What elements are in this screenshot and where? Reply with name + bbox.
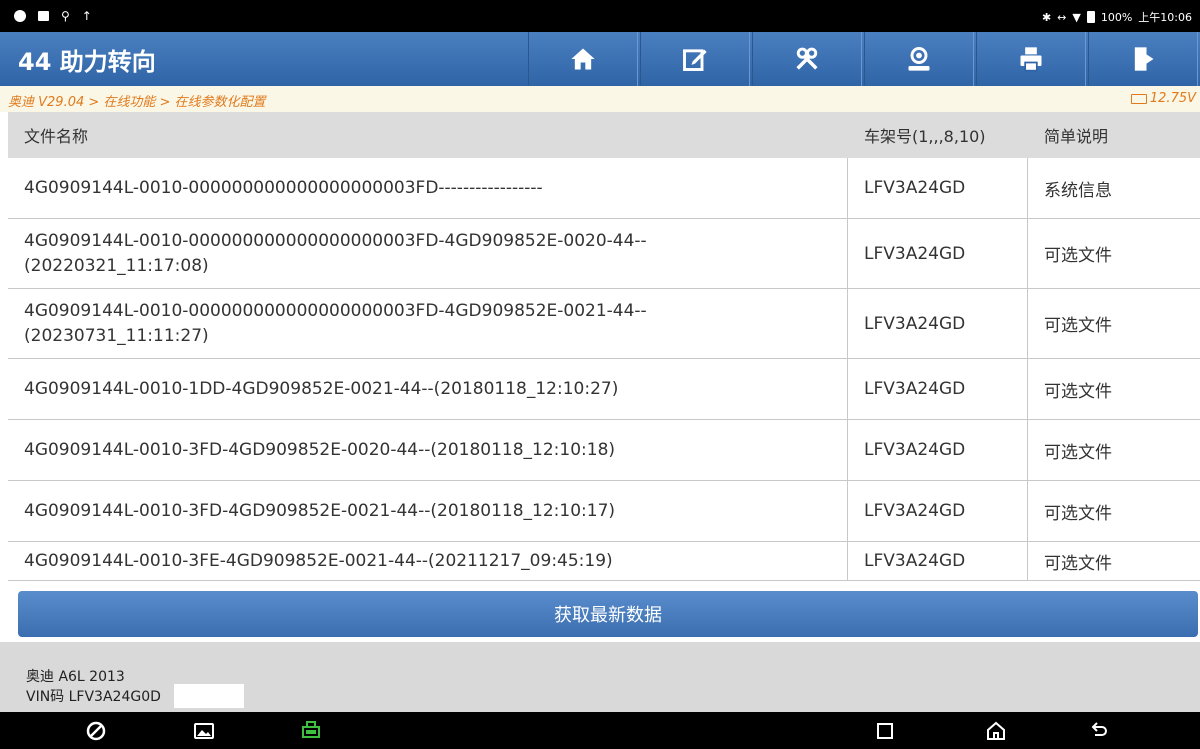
user-icon: [908, 47, 930, 71]
table-row[interactable]: 4G0909144L-0010-3FD-4GD909852E-0020-44--…: [8, 420, 1200, 481]
battery-level: 100%: [1100, 10, 1133, 24]
recent-apps-icon[interactable]: [873, 719, 897, 743]
home-nav-icon[interactable]: [984, 719, 1008, 743]
car-battery-icon: [1130, 93, 1147, 104]
description-cell: 可选文件: [1044, 553, 1112, 574]
vin-cell: LFV3A24GD: [848, 420, 1028, 480]
description-cell: 可选文件: [1044, 316, 1112, 336]
vehicle-vin: VIN码 LFV3A24G0D: [26, 689, 161, 705]
vci-connector-icon[interactable]: [299, 719, 323, 743]
battery-icon: [1086, 11, 1095, 23]
status-bar: ⚲ ↑ ✱ ↔ ▼ 100% 上午10:06: [0, 0, 1200, 32]
vin-cell: LFV3A24GD: [848, 481, 1028, 541]
app-notification-icon: [14, 10, 26, 22]
back-icon[interactable]: [1087, 719, 1111, 743]
data-transfer-icon: ↔: [1057, 10, 1067, 24]
vin-cell: LFV3A24GD: [848, 542, 1028, 580]
voltage-indicator: 12.75V: [1130, 91, 1196, 106]
exit-button[interactable]: [1088, 32, 1198, 86]
file-name-cell: 4G0909144L-0010-1DD-4GD909852E-0021-44--…: [8, 359, 848, 419]
vin-cell: LFV3A24GD: [848, 158, 1028, 218]
home-icon: [571, 48, 595, 70]
table-header: 文件名称 车架号(1,,,8,10) 简单说明: [8, 112, 1200, 158]
table-row[interactable]: 4G0909144L-0010-3FD-4GD909852E-0021-44--…: [8, 481, 1200, 542]
table-row[interactable]: 4G0909144L-0010-3FE-4GD909852E-0021-44--…: [8, 542, 1200, 581]
vehicle-model: 奥迪 A6L 2013: [26, 669, 125, 685]
description-cell: 可选文件: [1044, 503, 1112, 524]
file-name-cell: 4G0909144L-0010-3FD-4GD909852E-0020-44--…: [8, 420, 848, 480]
browser-icon[interactable]: [84, 719, 108, 743]
tools-icon: [796, 47, 818, 70]
bluetooth-icon: ✱: [1041, 10, 1052, 24]
table-row[interactable]: 4G0909144L-0010-1DD-4GD909852E-0021-44--…: [8, 359, 1200, 420]
vin-cell: LFV3A24GD: [848, 289, 1028, 358]
parameter-file-table: 文件名称 车架号(1,,,8,10) 简单说明 4G0909144L-0010-…: [8, 112, 1200, 581]
home-button[interactable]: [528, 32, 638, 86]
description-cell: 系统信息: [1044, 180, 1112, 201]
column-header-description: 简单说明: [1044, 127, 1109, 146]
edit-button[interactable]: [640, 32, 750, 86]
image-notification-icon: [38, 11, 49, 21]
file-name-cell: 4G0909144L-0010-000000000000000000003FD-…: [8, 219, 848, 288]
navigation-bar: [0, 712, 1200, 749]
file-name-cell: 4G0909144L-0010-3FE-4GD909852E-0021-44--…: [8, 542, 848, 580]
clock: 上午10:06: [1138, 11, 1192, 24]
vin-cell: LFV3A24GD: [848, 359, 1028, 419]
file-name-cell: 4G0909144L-0010-000000000000000000003FD-…: [8, 289, 848, 358]
title-bar: 44 助力转向: [0, 32, 1200, 86]
voltage-value: 12.75V: [1149, 91, 1196, 106]
file-name-cell: 4G0909144L-0010-3FD-4GD909852E-0021-44--…: [8, 481, 848, 541]
description-cell: 可选文件: [1044, 442, 1112, 463]
table-row[interactable]: 4G0909144L-0010-000000000000000000003FD-…: [8, 219, 1200, 289]
description-cell: 可选文件: [1044, 381, 1112, 402]
vin-redaction: [174, 684, 244, 708]
print-button[interactable]: [976, 32, 1086, 86]
tools-button[interactable]: [752, 32, 862, 86]
gallery-icon[interactable]: [192, 719, 216, 743]
column-header-vin: 车架号(1,,,8,10): [864, 127, 986, 146]
table-row[interactable]: 4G0909144L-0010-000000000000000000003FD-…: [8, 289, 1200, 359]
vin-cell: LFV3A24GD: [848, 219, 1028, 288]
breadcrumb: 奥迪 V29.04 > 在线功能 > 在线参数化配置 12.75V: [0, 86, 1200, 112]
wifi-icon: ▼: [1072, 10, 1081, 24]
file-name-cell: 4G0909144L-0010-000000000000000000003FD-…: [8, 158, 848, 218]
table-row[interactable]: 4G0909144L-0010-000000000000000000003FD-…: [8, 158, 1200, 219]
breadcrumb-path: 奥迪 V29.04 > 在线功能 > 在线参数化配置: [8, 95, 266, 110]
print-icon: [1020, 47, 1042, 72]
edit-icon: [683, 49, 707, 71]
exit-icon: [1134, 47, 1154, 71]
vpn-icon: ⚲: [61, 9, 70, 23]
upload-icon: ↑: [81, 9, 92, 23]
page-title: 44 助力转向: [18, 48, 156, 76]
fetch-latest-data-button[interactable]: 获取最新数据: [18, 591, 1198, 637]
description-cell: 可选文件: [1044, 246, 1112, 266]
user-button[interactable]: [864, 32, 974, 86]
column-header-file-name: 文件名称: [24, 127, 89, 146]
